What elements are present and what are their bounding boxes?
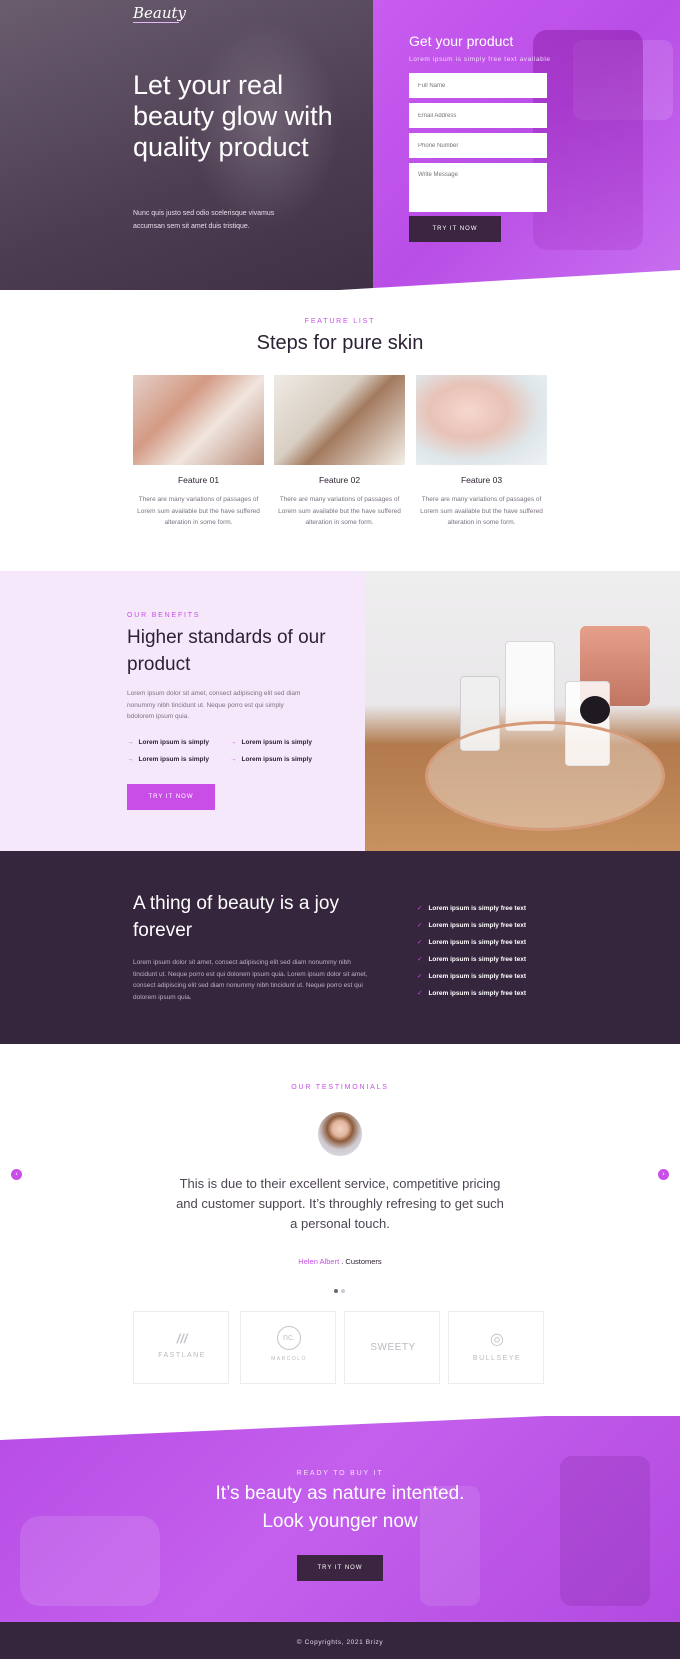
joy-item-label: Lorem ipsum is simply free text [428, 922, 526, 929]
check-icon: ✓ [417, 956, 423, 963]
cta-eyebrow: READY TO BUY IT [296, 1470, 384, 1477]
joy-list-item: ✓ Lorem ipsum is simply free text [417, 972, 526, 980]
feature-image-3 [416, 375, 547, 465]
arrow-right-icon: → [127, 756, 134, 763]
arrow-right-icon: → [230, 756, 237, 763]
check-icon: ✓ [417, 939, 423, 946]
avatar [318, 1112, 362, 1156]
joy-section [0, 851, 680, 1044]
bottle-shape [505, 641, 555, 731]
feature-image-2 [274, 375, 405, 465]
check-icon: ✓ [417, 922, 423, 929]
cta-title-line-2: Look younger now [262, 1511, 418, 1532]
cta-title: It’s beauty as nature intented. Look you… [0, 1480, 680, 1536]
joy-item-label: Lorem ipsum is simply free text [428, 973, 526, 980]
carousel-dot[interactable] [341, 1289, 345, 1293]
joy-item-label: Lorem ipsum is simply free text [428, 939, 526, 946]
email-input[interactable] [409, 103, 547, 128]
fastlane-logo-icon: /// [176, 1331, 188, 1346]
mirror-tray-shape [425, 721, 665, 831]
benefit-item: → Lorem ipsum is simply [230, 756, 312, 763]
form-subtitle: Lorem ipsum is simply free text availabl… [409, 56, 551, 63]
form-title: Get your product [409, 33, 514, 49]
benefit-item: → Lorem ipsum is simply [127, 739, 209, 746]
feature-description: There are many variations of passages of… [420, 496, 543, 526]
benefits-title: Higher standards of our product [127, 627, 326, 675]
feature-description: There are many variations of passages of… [137, 496, 260, 526]
logo-underline [133, 22, 179, 23]
cta-try-button[interactable]: TRY IT NOW [297, 1555, 383, 1581]
hero-title: Let your real beauty glow with quality p… [133, 70, 333, 162]
feature-name: Feature 03 [460, 475, 503, 485]
benefits-eyebrow: OUR BENEFITS [127, 612, 201, 619]
check-icon: ✓ [417, 905, 423, 912]
partner-logo-marcolo: nc. MARCOLO [240, 1311, 336, 1384]
partner-name: BULLSEYE [472, 1355, 522, 1362]
benefits-product-image [365, 571, 680, 851]
message-input[interactable] [409, 163, 547, 212]
brand-logo[interactable]: Beauty [133, 4, 186, 22]
chevron-left-icon[interactable]: ‹ [11, 1169, 22, 1180]
hero-try-button[interactable]: TRY IT NOW [409, 216, 501, 242]
joy-description: Lorem ipsum dolor sit amet, consect adip… [133, 959, 368, 1001]
partner-logo-fastlane: /// FASTLANE [133, 1311, 229, 1384]
joy-list-item: ✓ Lorem ipsum is simply free text [417, 938, 526, 946]
hero-bottle-image [533, 30, 643, 250]
feature-card-2: Feature 02 There are many variations of … [274, 375, 405, 529]
author-role: Customers [345, 1257, 382, 1266]
features-eyebrow: FEATURE LIST [304, 318, 376, 325]
full-name-input[interactable] [409, 73, 547, 98]
phone-input[interactable] [409, 133, 547, 158]
chevron-right-icon[interactable]: › [658, 1169, 669, 1180]
check-icon: ✓ [417, 990, 423, 997]
partner-name: SWEETY [370, 1342, 416, 1353]
feature-card-3: Feature 03 There are many variations of … [416, 375, 547, 529]
benefits-description: Lorem ipsum dolor sit amet, consect adip… [127, 690, 301, 720]
feature-card-1: Feature 01 There are many variations of … [133, 375, 264, 529]
benefit-item: → Lorem ipsum is simply [230, 739, 312, 746]
feature-name: Feature 02 [318, 475, 361, 485]
benefits-section [0, 571, 680, 851]
benefit-item-label: Lorem ipsum is simply [241, 739, 312, 746]
carousel-dot[interactable] [334, 1289, 338, 1293]
joy-item-label: Lorem ipsum is simply free text [428, 956, 526, 963]
testimonial-quote: This is due to their excellent service, … [176, 1176, 504, 1231]
benefits-try-button[interactable]: TRY IT NOW [127, 784, 215, 810]
partner-logo-sweety: SWEETY [344, 1311, 440, 1384]
joy-title: A thing of beauty is a joy forever [133, 893, 339, 941]
author-name: Helen Albert [298, 1257, 340, 1266]
partner-logo-bullseye: ◎ BULLSEYE [448, 1311, 544, 1384]
marcolo-logo-icon: nc. [241, 1326, 337, 1350]
features-title: Steps for pure skin [256, 332, 424, 354]
hero-description: Nunc quis justo sed odio scelerisque viv… [133, 210, 275, 230]
benefit-item-label: Lorem ipsum is simply [241, 756, 312, 763]
testimonial-author: Helen Albert . Customers [0, 1257, 680, 1266]
arrow-right-icon: → [127, 739, 134, 746]
bottle-cap-shape [580, 696, 610, 724]
joy-item-label: Lorem ipsum is simply free text [428, 905, 526, 912]
benefit-item-label: Lorem ipsum is simply [138, 756, 209, 763]
joy-list-item: ✓ Lorem ipsum is simply free text [417, 921, 526, 929]
joy-list-item: ✓ Lorem ipsum is simply free text [417, 955, 526, 963]
check-icon: ✓ [417, 973, 423, 980]
feature-image-1 [133, 375, 264, 465]
testimonials-eyebrow: OUR TESTIMONIALS [291, 1084, 389, 1091]
bullseye-logo-icon: ◎ [490, 1331, 504, 1348]
feature-name: Feature 01 [177, 475, 220, 485]
cta-title-line-1: It’s beauty as nature intented. [215, 1483, 465, 1504]
arrow-right-icon: → [230, 739, 237, 746]
feature-description: There are many variations of passages of… [278, 496, 401, 526]
joy-item-label: Lorem ipsum is simply free text [428, 990, 526, 997]
joy-list-item: ✓ Lorem ipsum is simply free text [417, 989, 526, 997]
partner-name: MARCOLO [271, 1356, 307, 1362]
benefit-item-label: Lorem ipsum is simply [138, 739, 209, 746]
footer-copyright: © Copyrights, 2021 Brizy [296, 1639, 384, 1646]
carousel-dots [334, 1280, 348, 1298]
benefit-item: → Lorem ipsum is simply [127, 756, 209, 763]
partner-name: FASTLANE [158, 1352, 206, 1359]
joy-list-item: ✓ Lorem ipsum is simply free text [417, 904, 526, 912]
